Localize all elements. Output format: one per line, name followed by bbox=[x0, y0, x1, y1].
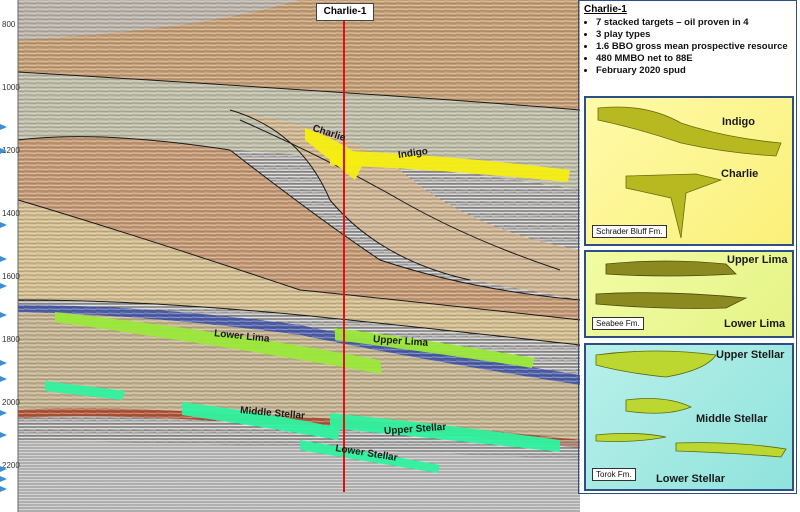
middle-stellar-lower-body-3d bbox=[595, 433, 667, 442]
upper-lima-body-3d bbox=[605, 260, 737, 277]
info-bullet: 3 play types bbox=[596, 29, 798, 41]
well-name-label: Charlie-1 bbox=[316, 3, 374, 21]
side-panel: Charlie-1 7 stacked targets – oil proven… bbox=[580, 0, 800, 512]
info-bullet: February 2020 spud bbox=[596, 65, 798, 77]
well-marker-icon bbox=[0, 256, 7, 262]
panel-label-middle-stellar: Middle Stellar bbox=[696, 413, 768, 425]
formation-label: Torok Fm. bbox=[592, 468, 636, 481]
well-marker-icon bbox=[0, 312, 7, 318]
indigo-body-3d bbox=[597, 106, 782, 157]
info-bullets: 7 stacked targets – oil proven in 4 3 pl… bbox=[580, 17, 798, 77]
depth-label: 800 bbox=[2, 20, 16, 29]
well-marker-icon bbox=[0, 148, 7, 154]
depth-label: 1800 bbox=[2, 335, 20, 344]
panel-label-charlie: Charlie bbox=[721, 168, 759, 180]
well-marker-icon bbox=[0, 283, 7, 289]
well-marker-icon bbox=[0, 360, 7, 366]
panel-label-indigo: Indigo bbox=[722, 116, 755, 128]
panel-label-lower-stellar: Lower Stellar bbox=[656, 473, 726, 485]
well-marker-icon bbox=[0, 222, 7, 228]
seabee-panel: Upper Lima Lower Lima Seabee Fm. bbox=[584, 250, 794, 338]
upper-stellar-body-3d bbox=[595, 350, 717, 378]
lower-lima-body-3d bbox=[595, 292, 748, 309]
panel-label-upper-stellar: Upper Stellar bbox=[716, 349, 785, 361]
schrader-bluff-panel: Indigo Charlie Schrader Bluff Fm. bbox=[584, 96, 794, 246]
depth-label: 2000 bbox=[2, 398, 20, 407]
well-marker-icon bbox=[0, 432, 7, 438]
seismic-section bbox=[17, 0, 580, 512]
schrader-3d-view bbox=[597, 106, 782, 239]
formation-label: Schrader Bluff Fm. bbox=[592, 225, 667, 238]
well-marker-icon bbox=[0, 476, 7, 482]
well-marker-icon bbox=[0, 410, 7, 416]
info-title: Charlie-1 bbox=[584, 4, 627, 15]
well-marker-icon bbox=[0, 376, 7, 382]
well-marker-icon bbox=[0, 124, 7, 130]
panel-label-upper-lima: Upper Lima bbox=[727, 254, 788, 266]
depth-label: 1400 bbox=[2, 209, 20, 218]
torok-panel: Upper Stellar Middle Stellar Lower Stell… bbox=[584, 343, 794, 491]
info-bullet: 1.6 BBO gross mean prospective resource bbox=[596, 41, 798, 53]
lower-stellar-body-3d bbox=[675, 442, 787, 458]
middle-stellar-body-3d bbox=[625, 398, 692, 414]
depth-label: 1600 bbox=[2, 272, 20, 281]
panel-label-lower-lima: Lower Lima bbox=[724, 318, 786, 330]
info-box: Charlie-1 7 stacked targets – oil proven… bbox=[580, 0, 798, 95]
info-bullet: 480 MMBO net to 88E bbox=[596, 53, 798, 65]
well-marker-icon bbox=[0, 486, 7, 492]
formation-label: Seabee Fm. bbox=[592, 317, 644, 330]
well-marker-icon bbox=[0, 466, 7, 472]
info-bullet: 7 stacked targets – oil proven in 4 bbox=[596, 17, 798, 29]
depth-label: 1000 bbox=[2, 83, 20, 92]
